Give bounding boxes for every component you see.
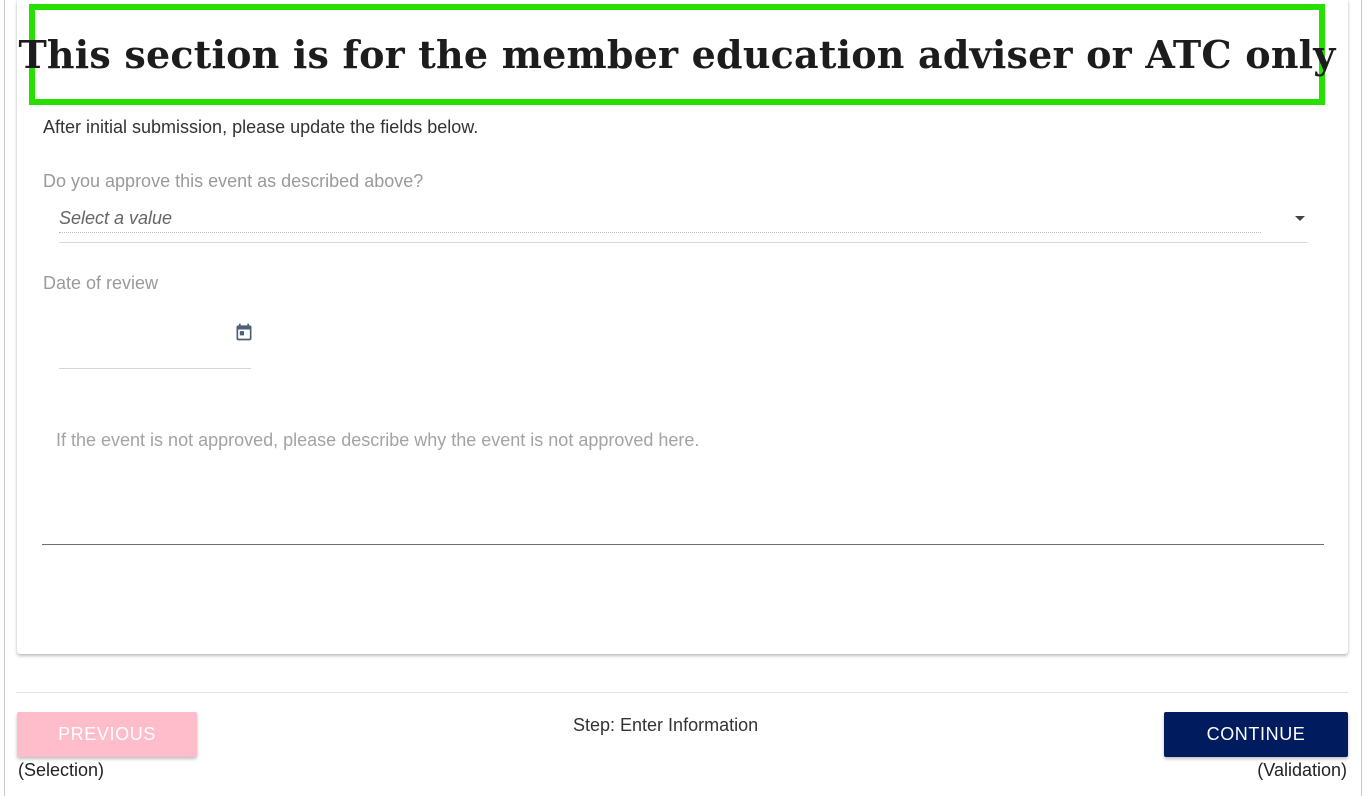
calendar-icon[interactable] <box>234 322 254 342</box>
approval-select[interactable]: Select a value <box>59 203 1307 243</box>
review-date-field[interactable] <box>59 312 254 369</box>
section-heading-box: This section is for the member education… <box>18 4 1335 105</box>
select-dotted-underline <box>59 232 1261 233</box>
previous-step-label: (Selection) <box>18 760 105 780</box>
review-date-label: Date of review <box>43 273 159 293</box>
continue-button[interactable]: CONTINUE <box>1164 712 1348 757</box>
footer-divider <box>16 692 1348 693</box>
current-step-label: Step: Enter Information <box>573 715 759 735</box>
approval-label: Do you approve this event as described a… <box>43 171 424 191</box>
intro-text: After initial submission, please update … <box>43 117 479 137</box>
rejection-reason-textarea[interactable] <box>42 420 1324 544</box>
next-step-label: (Validation) <box>1257 760 1347 780</box>
caret-down-icon[interactable] <box>1295 216 1305 221</box>
previous-button[interactable]: PREVIOUS <box>17 712 197 757</box>
section-heading: This section is for the member education… <box>18 32 1336 77</box>
rejection-reason-wrapper <box>42 420 1324 545</box>
approval-select-value: Select a value <box>59 208 173 228</box>
